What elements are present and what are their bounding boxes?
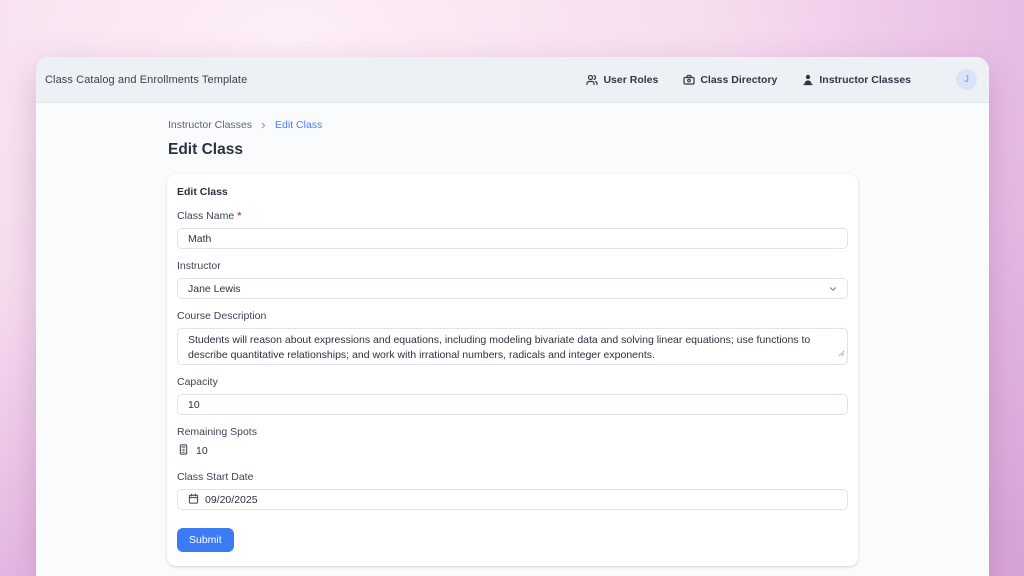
breadcrumb-current[interactable]: Edit Class — [275, 119, 322, 131]
nav-label: Class Directory — [700, 74, 777, 86]
class-directory-icon — [683, 74, 695, 86]
remaining-spots-value: 10 — [196, 445, 208, 457]
main-content: Instructor Classes Edit Class Edit Class… — [36, 103, 989, 566]
page-title: Edit Class — [168, 141, 858, 159]
users-icon — [586, 74, 598, 86]
field-capacity: Capacity — [177, 376, 848, 415]
nav-label: User Roles — [603, 74, 658, 86]
course-description-label: Course Description — [177, 310, 848, 322]
class-start-date-label: Class Start Date — [177, 471, 848, 483]
card-heading: Edit Class — [177, 186, 848, 198]
app-window: Class Catalog and Enrollments Template U… — [36, 57, 989, 576]
remaining-spots-label: Remaining Spots — [177, 426, 848, 438]
remaining-spots-value-row: 10 — [177, 443, 848, 460]
class-start-date-input[interactable]: 09/20/2025 — [177, 489, 848, 510]
course-description-textarea[interactable]: Students will reason about expressions a… — [177, 328, 848, 365]
top-nav: User Roles Class Directory Instructor Cl… — [586, 69, 977, 90]
capacity-label: Capacity — [177, 376, 848, 388]
nav-label: Instructor Classes — [819, 74, 911, 86]
field-class-start-date: Class Start Date 09/20/2025 — [177, 471, 848, 510]
instructor-icon — [802, 74, 814, 86]
breadcrumb: Instructor Classes Edit Class — [167, 119, 858, 131]
field-class-name: Class Name * — [177, 210, 848, 249]
capacity-input[interactable] — [177, 394, 848, 415]
calculator-icon — [178, 444, 189, 458]
chevron-down-icon — [828, 284, 838, 294]
instructor-selected-value: Jane Lewis — [188, 283, 241, 295]
field-remaining-spots: Remaining Spots 10 — [177, 426, 848, 460]
app-header: Class Catalog and Enrollments Template U… — [36, 57, 989, 103]
field-instructor: Instructor Jane Lewis — [177, 260, 848, 299]
instructor-label: Instructor — [177, 260, 848, 272]
class-name-input[interactable] — [177, 228, 848, 249]
instructor-select[interactable]: Jane Lewis — [177, 278, 848, 299]
nav-item-class-directory[interactable]: Class Directory — [683, 74, 777, 86]
nav-item-user-roles[interactable]: User Roles — [586, 74, 658, 86]
app-title: Class Catalog and Enrollments Template — [45, 74, 247, 86]
user-avatar[interactable]: J — [956, 69, 977, 90]
nav-item-instructor-classes[interactable]: Instructor Classes — [802, 74, 911, 86]
field-course-description: Course Description Students will reason … — [177, 310, 848, 365]
required-asterisk: * — [237, 210, 241, 222]
class-name-label: Class Name * — [177, 210, 848, 222]
edit-class-card: Edit Class Class Name * Instructor Jane … — [167, 174, 858, 566]
breadcrumb-parent-link[interactable]: Instructor Classes — [168, 119, 252, 131]
calendar-icon — [188, 493, 199, 507]
class-start-date-value: 09/20/2025 — [205, 494, 258, 506]
chevron-right-icon — [259, 121, 268, 130]
submit-button[interactable]: Submit — [177, 528, 234, 552]
